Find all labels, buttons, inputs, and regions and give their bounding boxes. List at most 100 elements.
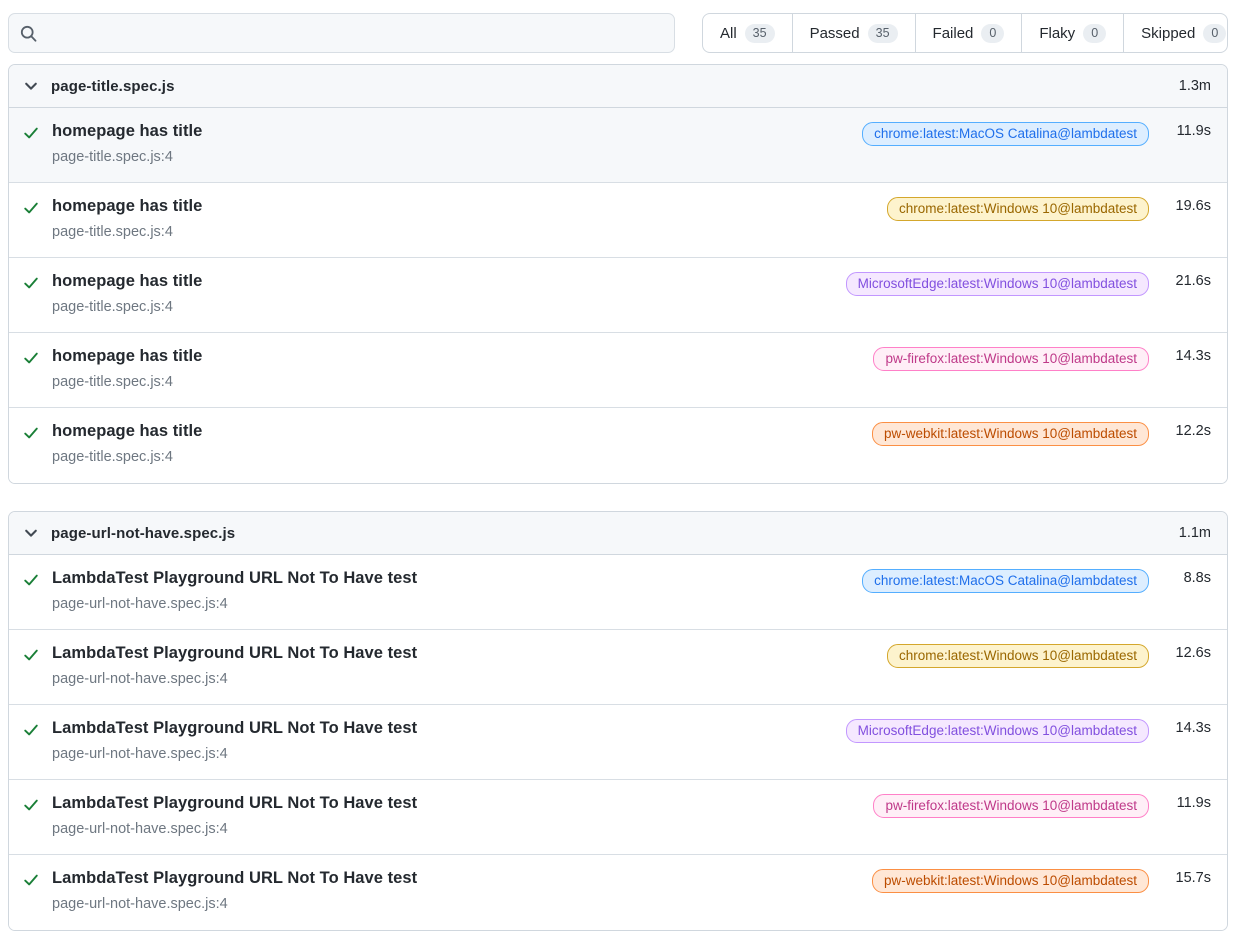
test-row[interactable]: LambdaTest Playground URL Not To Have te…	[9, 630, 1227, 705]
filter-failed-count: 0	[981, 24, 1004, 43]
test-duration: 15.7s	[1149, 867, 1211, 886]
test-row-main: LambdaTest Playground URL Not To Have te…	[52, 567, 862, 614]
filter-passed-count: 35	[868, 24, 898, 43]
test-title[interactable]: homepage has title	[52, 270, 834, 292]
filter-passed-label: Passed	[810, 25, 860, 42]
search-box[interactable]	[8, 13, 675, 53]
test-file-name: page-title.spec.js	[51, 78, 1179, 95]
test-file-groups: page-title.spec.js1.3m homepage has title…	[8, 64, 1228, 931]
test-file-duration: 1.3m	[1179, 78, 1211, 94]
test-row[interactable]: LambdaTest Playground URL Not To Have te…	[9, 855, 1227, 930]
test-title[interactable]: homepage has title	[52, 420, 860, 442]
search-icon	[20, 25, 37, 42]
test-file-path: page-url-not-have.spec.js:4	[52, 819, 861, 839]
test-file-duration: 1.1m	[1179, 525, 1211, 541]
test-row-main: LambdaTest Playground URL Not To Have te…	[52, 867, 872, 914]
test-project-tag-wrap: pw-firefox:latest:Windows 10@lambdatest	[873, 792, 1149, 818]
test-duration: 8.8s	[1149, 567, 1211, 586]
chevron-down-icon	[23, 78, 39, 94]
test-project-tag-wrap: chrome:latest:Windows 10@lambdatest	[887, 195, 1149, 221]
test-duration: 12.6s	[1149, 642, 1211, 661]
check-passed-icon	[23, 275, 39, 291]
test-row[interactable]: LambdaTest Playground URL Not To Have te…	[9, 780, 1227, 855]
status-filter-group: All 35 Passed 35 Failed 0 Flaky 0 Skippe…	[702, 13, 1228, 53]
check-passed-icon	[23, 125, 39, 141]
test-project-tag-wrap: chrome:latest:MacOS Catalina@lambdatest	[862, 567, 1149, 593]
test-row-main: LambdaTest Playground URL Not To Have te…	[52, 717, 846, 764]
test-row-main: homepage has title page-title.spec.js:4	[52, 270, 846, 317]
test-row-main: homepage has title page-title.spec.js:4	[52, 195, 887, 242]
check-passed-icon	[23, 797, 39, 813]
test-file-path: page-title.spec.js:4	[52, 372, 861, 392]
browser-project-tag[interactable]: chrome:latest:Windows 10@lambdatest	[887, 197, 1149, 221]
test-project-tag-wrap: MicrosoftEdge:latest:Windows 10@lambdate…	[846, 270, 1149, 296]
filter-skipped[interactable]: Skipped 0	[1124, 14, 1228, 52]
browser-project-tag[interactable]: MicrosoftEdge:latest:Windows 10@lambdate…	[846, 719, 1149, 743]
test-title[interactable]: LambdaTest Playground URL Not To Have te…	[52, 792, 861, 814]
browser-project-tag[interactable]: pw-firefox:latest:Windows 10@lambdatest	[873, 347, 1149, 371]
test-project-tag-wrap: MicrosoftEdge:latest:Windows 10@lambdate…	[846, 717, 1149, 743]
test-file-group-header[interactable]: page-title.spec.js1.3m	[9, 65, 1227, 108]
test-duration: 11.9s	[1149, 792, 1211, 811]
test-duration: 12.2s	[1149, 420, 1211, 439]
test-file-path: page-title.spec.js:4	[52, 147, 850, 167]
test-title[interactable]: homepage has title	[52, 345, 861, 367]
test-title[interactable]: LambdaTest Playground URL Not To Have te…	[52, 567, 850, 589]
test-file-path: page-url-not-have.spec.js:4	[52, 594, 850, 614]
test-file-path: page-url-not-have.spec.js:4	[52, 669, 875, 689]
filter-passed[interactable]: Passed 35	[793, 14, 916, 52]
test-duration: 21.6s	[1149, 270, 1211, 289]
filter-flaky-label: Flaky	[1039, 25, 1075, 42]
html-report-root: All 35 Passed 35 Failed 0 Flaky 0 Skippe…	[0, 0, 1236, 939]
test-file-name: page-url-not-have.spec.js	[51, 525, 1179, 542]
test-row[interactable]: homepage has title page-title.spec.js:4 ch…	[9, 108, 1227, 183]
browser-project-tag[interactable]: chrome:latest:MacOS Catalina@lambdatest	[862, 122, 1149, 146]
test-file-path: page-title.spec.js:4	[52, 297, 834, 317]
filter-all[interactable]: All 35	[703, 14, 793, 52]
browser-project-tag[interactable]: pw-webkit:latest:Windows 10@lambdatest	[872, 869, 1149, 893]
filter-skipped-label: Skipped	[1141, 25, 1195, 42]
browser-project-tag[interactable]: pw-webkit:latest:Windows 10@lambdatest	[872, 422, 1149, 446]
test-file-group-header[interactable]: page-url-not-have.spec.js1.1m	[9, 512, 1227, 555]
search-input[interactable]	[45, 14, 664, 52]
browser-project-tag[interactable]: chrome:latest:MacOS Catalina@lambdatest	[862, 569, 1149, 593]
test-row-main: homepage has title page-title.spec.js:4	[52, 345, 873, 392]
filter-all-count: 35	[745, 24, 775, 43]
check-passed-icon	[23, 200, 39, 216]
filter-flaky-count: 0	[1083, 24, 1106, 43]
filter-flaky[interactable]: Flaky 0	[1022, 14, 1124, 52]
test-row[interactable]: homepage has title page-title.spec.js:4 Mi…	[9, 258, 1227, 333]
test-file-path: page-url-not-have.spec.js:4	[52, 894, 860, 914]
filter-failed[interactable]: Failed 0	[916, 14, 1023, 52]
test-row[interactable]: LambdaTest Playground URL Not To Have te…	[9, 555, 1227, 630]
test-row-main: LambdaTest Playground URL Not To Have te…	[52, 792, 873, 839]
test-title[interactable]: LambdaTest Playground URL Not To Have te…	[52, 717, 834, 739]
test-project-tag-wrap: pw-webkit:latest:Windows 10@lambdatest	[872, 867, 1149, 893]
browser-project-tag[interactable]: pw-firefox:latest:Windows 10@lambdatest	[873, 794, 1149, 818]
test-project-tag-wrap: pw-firefox:latest:Windows 10@lambdatest	[873, 345, 1149, 371]
test-row-main: homepage has title page-title.spec.js:4	[52, 420, 872, 467]
check-passed-icon	[23, 572, 39, 588]
test-duration: 11.9s	[1149, 120, 1211, 139]
browser-project-tag[interactable]: chrome:latest:Windows 10@lambdatest	[887, 644, 1149, 668]
check-passed-icon	[23, 350, 39, 366]
chevron-down-icon	[23, 525, 39, 541]
test-title[interactable]: LambdaTest Playground URL Not To Have te…	[52, 642, 875, 664]
filter-failed-label: Failed	[933, 25, 974, 42]
test-title[interactable]: homepage has title	[52, 120, 850, 142]
test-row[interactable]: LambdaTest Playground URL Not To Have te…	[9, 705, 1227, 780]
test-file-path: page-title.spec.js:4	[52, 447, 860, 467]
test-row[interactable]: homepage has title page-title.spec.js:4 pw…	[9, 333, 1227, 408]
browser-project-tag[interactable]: MicrosoftEdge:latest:Windows 10@lambdate…	[846, 272, 1149, 296]
test-row-main: homepage has title page-title.spec.js:4	[52, 120, 862, 167]
test-row[interactable]: homepage has title page-title.spec.js:4 pw…	[9, 408, 1227, 483]
test-row[interactable]: homepage has title page-title.spec.js:4 ch…	[9, 183, 1227, 258]
filter-skipped-count: 0	[1203, 24, 1226, 43]
test-file-group: page-title.spec.js1.3m homepage has title…	[8, 64, 1228, 484]
test-file-path: page-url-not-have.spec.js:4	[52, 744, 834, 764]
test-file-path: page-title.spec.js:4	[52, 222, 875, 242]
test-title[interactable]: LambdaTest Playground URL Not To Have te…	[52, 867, 860, 889]
test-project-tag-wrap: chrome:latest:MacOS Catalina@lambdatest	[862, 120, 1149, 146]
test-title[interactable]: homepage has title	[52, 195, 875, 217]
check-passed-icon	[23, 647, 39, 663]
